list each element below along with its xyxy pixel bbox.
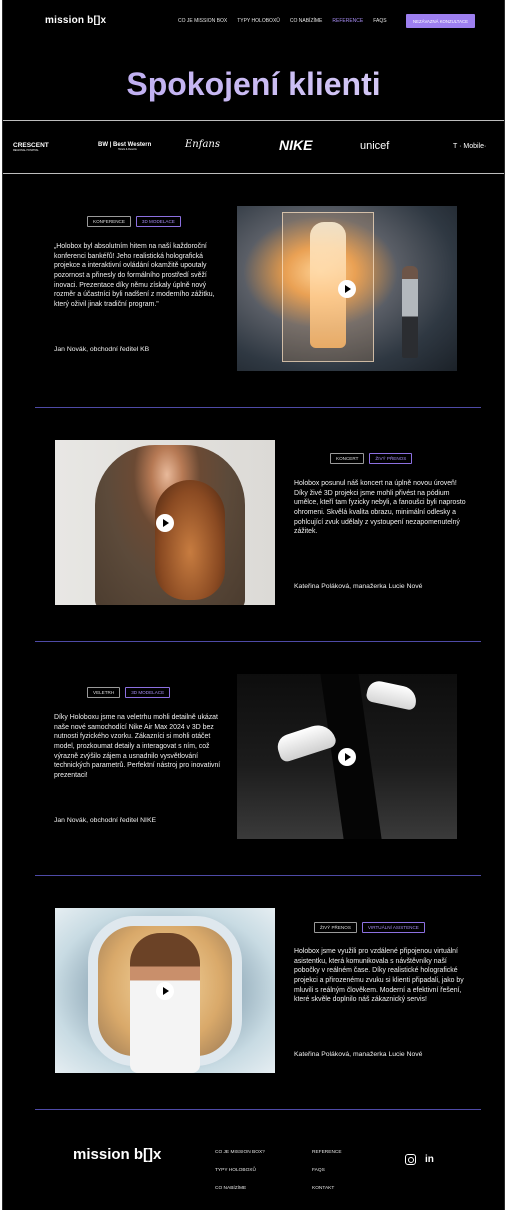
tag-zivy-prenos[interactable]: ŽIVÝ PŘENOS <box>369 453 413 464</box>
section-divider-3 <box>35 875 481 876</box>
logos-bottom-divider <box>3 173 504 174</box>
footer-link-faqs[interactable]: FAQS <box>312 1168 325 1173</box>
consultation-button[interactable]: NEZÁVAZNÁ KONZULTACE <box>406 14 475 28</box>
tag-koncert[interactable]: KONCERT <box>330 453 365 464</box>
tag-3d-modelace[interactable]: 3D MODELACE <box>135 216 181 227</box>
testimonial-3-text: Díky Holoboxu jsme na veletrhu mohli det… <box>54 714 221 779</box>
nav-link-reference[interactable]: REFERENCE <box>332 18 363 24</box>
page: mission b[]x CO JE MISSION BOX TYPY HOLO… <box>2 0 505 1210</box>
section-divider-1 <box>35 407 481 408</box>
crescent-logo-subtext: REGIONAL HOSPITAL <box>13 149 39 152</box>
tag-3d-modelace[interactable]: 3D MODELACE <box>125 687 171 698</box>
instagram-icon[interactable] <box>405 1154 416 1165</box>
enfans-logo: Enfans <box>185 139 220 150</box>
client-logos-strip: CRESCENT REGIONAL HOSPITAL BW | Best Wes… <box>3 120 504 173</box>
site-logo[interactable]: mission b[]x <box>45 15 106 26</box>
testimonial-4-author: Kateřina Poláková, manažerka Lucie Nové <box>294 1051 423 1058</box>
virtual-assistant-image <box>130 933 200 1073</box>
testimonial-1-video[interactable] <box>237 206 457 371</box>
testimonial-3-author: Jan Novák, obchodní ředitel NIKE <box>54 817 157 824</box>
testimonial-2-tags: KONCERT ŽIVÝ PŘENOS <box>330 453 413 464</box>
testimonial-3-video[interactable] <box>237 674 457 839</box>
top-nav: mission b[]x CO JE MISSION BOX TYPY HOLO… <box>3 13 504 31</box>
play-icon[interactable] <box>338 279 356 298</box>
play-icon[interactable] <box>338 747 356 766</box>
testimonial-2-text: Holobox posunul náš koncert na úplně nov… <box>294 480 466 536</box>
testimonial-2-video[interactable] <box>55 440 275 605</box>
tag-veletrh[interactable]: VELETRH <box>87 687 121 698</box>
tag-konference[interactable]: KONFERENCE <box>87 216 131 227</box>
play-icon[interactable] <box>156 513 174 532</box>
footer-link-co-je-mission-box[interactable]: CO JE MISSION BOX? <box>215 1150 265 1155</box>
nav-link-co-nabizime[interactable]: CO NABÍZÍME <box>290 18 323 24</box>
nike-logo: NIKE <box>279 137 313 153</box>
testimonial-4-text: Holobox jsme využili pro vzdálené připoj… <box>294 948 464 1004</box>
tag-virtualni-asistence[interactable]: VIRTUÁLNÍ ASISTENCE <box>361 922 425 933</box>
footer-logo[interactable]: mission b[]x <box>73 1146 161 1163</box>
nav-link-co-je-mission-box[interactable]: CO JE MISSION BOX <box>178 18 227 24</box>
testimonial-1-author: Jan Novák, obchodní ředitel KB <box>54 346 150 353</box>
crescent-logo: CRESCENT REGIONAL HOSPITAL <box>13 142 49 152</box>
testimonial-4-video[interactable] <box>55 908 275 1073</box>
nav-link-faqs[interactable]: FAQS <box>373 18 386 24</box>
section-divider-2 <box>35 641 481 642</box>
footer-link-typy-holoboxu[interactable]: TYPY HOLOBOXŮ <box>215 1168 256 1173</box>
unicef-logo: unicef <box>360 140 390 152</box>
cello-image <box>155 480 225 600</box>
testimonial-2-author: Kateřina Poláková, manažerka Lucie Nové <box>294 583 423 590</box>
tmobile-logo: T · Mobile· <box>453 143 487 150</box>
testimonial-1-text: „Holobox byl absolutním hitem na naší ka… <box>54 243 215 308</box>
footer-link-co-nabizime[interactable]: CO NABÍZÍME <box>215 1186 246 1191</box>
testimonial-1-tags: KONFERENCE 3D MODELACE <box>87 216 181 227</box>
testimonial-4-tags: ŽIVÝ PŘENOS VIRTUÁLNÍ ASISTENCE <box>314 922 425 933</box>
nav-links: CO JE MISSION BOX TYPY HOLOBOXŮ CO NABÍZ… <box>178 18 397 24</box>
footer-link-kontakt[interactable]: KONTAKT <box>312 1186 334 1191</box>
tag-zivy-prenos[interactable]: ŽIVÝ PŘENOS <box>314 922 357 933</box>
presenter-image <box>402 266 418 358</box>
testimonial-3-tags: VELETRH 3D MODELACE <box>87 687 171 698</box>
nav-link-typy-holoboxu[interactable]: TYPY HOLOBOXŮ <box>237 18 280 24</box>
page-title: Spokojení klienti <box>3 66 504 103</box>
play-icon[interactable] <box>156 981 174 1000</box>
section-divider-4 <box>35 1109 481 1110</box>
best-western-logo-subtext: Hotels & Resorts <box>118 148 137 151</box>
footer-link-reference[interactable]: REFERENCE <box>312 1150 342 1155</box>
linkedin-icon[interactable]: in <box>425 1154 436 1165</box>
sneaker-image <box>365 679 419 711</box>
crescent-logo-text: CRESCENT <box>13 142 49 149</box>
best-western-logo: BW | Best Western Hotels & Resorts <box>98 142 151 151</box>
